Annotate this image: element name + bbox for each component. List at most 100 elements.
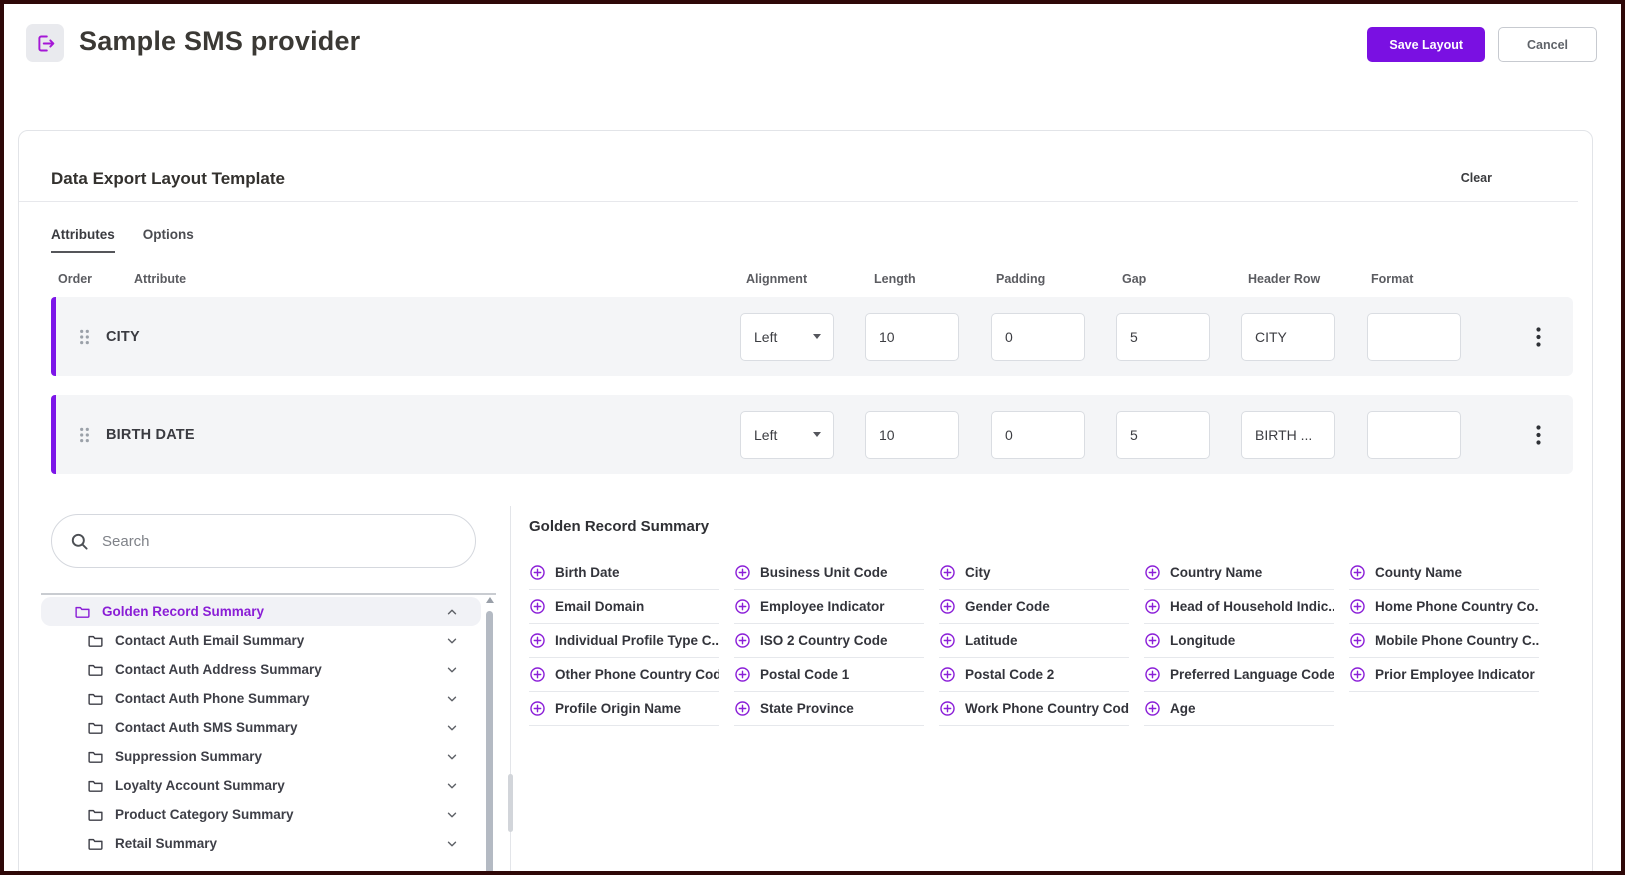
add-attribute-profile-origin-name[interactable]: Profile Origin Name — [529, 692, 719, 726]
add-attribute-home-phone-country-code[interactable]: Home Phone Country Co... — [1349, 590, 1539, 624]
tree-item-loyalty-account-summary[interactable]: Loyalty Account Summary — [41, 771, 481, 800]
tree-item-contact-auth-sms-summary[interactable]: Contact Auth SMS Summary — [41, 713, 481, 742]
folder-icon — [87, 835, 104, 852]
tab-options[interactable]: Options — [143, 227, 194, 253]
card-title: Data Export Layout Template — [51, 169, 285, 189]
gap-input[interactable] — [1116, 313, 1210, 361]
add-attribute-postal-code-2[interactable]: Postal Code 2 — [939, 658, 1129, 692]
tree-item-contact-auth-phone-summary[interactable]: Contact Auth Phone Summary — [41, 684, 481, 713]
attribute-label: Prior Employee Indicator — [1375, 667, 1535, 682]
plus-circle-icon — [1144, 598, 1161, 615]
add-attribute-state-province[interactable]: State Province — [734, 692, 924, 726]
plus-circle-icon — [1144, 632, 1161, 649]
scrollbar-thumb[interactable] — [486, 611, 493, 875]
add-attribute-latitude[interactable]: Latitude — [939, 624, 1129, 658]
gap-input[interactable] — [1116, 411, 1210, 459]
drag-handle-icon[interactable] — [77, 327, 92, 346]
add-attribute-email-domain[interactable]: Email Domain — [529, 590, 719, 624]
clear-button[interactable]: Clear — [1461, 171, 1492, 185]
plus-circle-icon — [529, 564, 546, 581]
column-header-attribute: Attribute — [134, 272, 186, 286]
plus-circle-icon — [1144, 564, 1161, 581]
add-attribute-individual-profile-type-code[interactable]: Individual Profile Type C... — [529, 624, 719, 658]
attribute-grid: Birth Date Business Unit Code City Count… — [529, 556, 1576, 726]
length-input[interactable] — [865, 411, 959, 459]
panel-title: Golden Record Summary — [529, 518, 1576, 535]
add-attribute-gender-code[interactable]: Gender Code — [939, 590, 1129, 624]
add-attribute-city[interactable]: City — [939, 556, 1129, 590]
drag-handle-icon[interactable] — [77, 425, 92, 444]
chevron-up-icon[interactable] — [445, 605, 459, 619]
cancel-button[interactable]: Cancel — [1498, 27, 1597, 62]
chevron-down-icon[interactable] — [445, 634, 459, 648]
page-title: Sample SMS provider — [79, 26, 360, 57]
format-input[interactable] — [1367, 313, 1461, 361]
plus-circle-icon — [939, 666, 956, 683]
chevron-down-icon[interactable] — [445, 750, 459, 764]
tree-item-label: Contact Auth Address Summary — [115, 662, 322, 677]
tree-item-label: Golden Record Summary — [102, 604, 264, 619]
tree-item-label: Retail Summary — [115, 836, 217, 851]
attribute-label: Postal Code 2 — [965, 667, 1054, 682]
chevron-down-icon[interactable] — [445, 779, 459, 793]
attribute-label: Postal Code 1 — [760, 667, 849, 682]
attribute-label: Country Name — [1170, 565, 1262, 580]
column-headers: Order Attribute Alignment Length Padding… — [51, 272, 1572, 290]
tab-attributes[interactable]: Attributes — [51, 227, 115, 253]
row-accent-bar — [51, 395, 56, 474]
search-input[interactable] — [102, 533, 457, 550]
add-attribute-postal-code-1[interactable]: Postal Code 1 — [734, 658, 924, 692]
attribute-label: County Name — [1375, 565, 1462, 580]
add-attribute-preferred-language-code[interactable]: Preferred Language Code — [1144, 658, 1334, 692]
scrollbar-up-arrow[interactable] — [486, 597, 494, 603]
tree-item-product-category-summary[interactable]: Product Category Summary — [41, 800, 481, 829]
tree-item-contact-auth-address-summary[interactable]: Contact Auth Address Summary — [41, 655, 481, 684]
tree-item-golden-record-summary[interactable]: Golden Record Summary — [41, 597, 481, 626]
panel-scrollbar-thumb[interactable] — [508, 774, 513, 832]
chevron-down-icon[interactable] — [445, 837, 459, 851]
add-attribute-other-phone-country-code[interactable]: Other Phone Country Code — [529, 658, 719, 692]
plus-circle-icon — [1144, 700, 1161, 717]
add-attribute-iso-2-country-code[interactable]: ISO 2 Country Code — [734, 624, 924, 658]
add-attribute-county-name[interactable]: County Name — [1349, 556, 1539, 590]
attribute-label: Age — [1170, 701, 1196, 716]
folder-icon — [74, 603, 91, 620]
chevron-down-icon[interactable] — [445, 692, 459, 706]
tree-item-suppression-summary[interactable]: Suppression Summary — [41, 742, 481, 771]
tab-bar: Attributes Options — [51, 227, 194, 253]
column-header-header-row: Header Row — [1248, 272, 1320, 286]
length-input[interactable] — [865, 313, 959, 361]
add-attribute-longitude[interactable]: Longitude — [1144, 624, 1334, 658]
tree-item-label: Product Category Summary — [115, 807, 294, 822]
alignment-select[interactable]: Left — [740, 313, 834, 361]
tree-item-contact-auth-email-summary[interactable]: Contact Auth Email Summary — [41, 626, 481, 655]
add-attribute-head-of-household-indicator[interactable]: Head of Household Indic... — [1144, 590, 1334, 624]
save-layout-button[interactable]: Save Layout — [1367, 27, 1485, 62]
row-menu-kebab-icon[interactable] — [1527, 324, 1549, 350]
add-attribute-prior-employee-indicator[interactable]: Prior Employee Indicator — [1349, 658, 1539, 692]
tree-scrollbar[interactable] — [485, 597, 494, 875]
chevron-down-icon[interactable] — [445, 663, 459, 677]
attribute-label: Profile Origin Name — [555, 701, 681, 716]
plus-circle-icon — [529, 666, 546, 683]
format-input[interactable] — [1367, 411, 1461, 459]
padding-input[interactable] — [991, 411, 1085, 459]
add-attribute-work-phone-country-code[interactable]: Work Phone Country Code — [939, 692, 1129, 726]
add-attribute-age[interactable]: Age — [1144, 692, 1334, 726]
add-attribute-mobile-phone-country-code[interactable]: Mobile Phone Country C... — [1349, 624, 1539, 658]
header-row-input[interactable] — [1241, 411, 1335, 459]
chevron-down-icon[interactable] — [445, 808, 459, 822]
plus-circle-icon — [939, 598, 956, 615]
row-menu-kebab-icon[interactable] — [1527, 422, 1549, 448]
attribute-label: State Province — [760, 701, 854, 716]
add-attribute-birth-date[interactable]: Birth Date — [529, 556, 719, 590]
alignment-select[interactable]: Left — [740, 411, 834, 459]
column-header-gap: Gap — [1122, 272, 1146, 286]
tree-item-retail-summary[interactable]: Retail Summary — [41, 829, 481, 858]
padding-input[interactable] — [991, 313, 1085, 361]
header-row-input[interactable] — [1241, 313, 1335, 361]
chevron-down-icon[interactable] — [445, 721, 459, 735]
add-attribute-employee-indicator[interactable]: Employee Indicator — [734, 590, 924, 624]
add-attribute-country-name[interactable]: Country Name — [1144, 556, 1334, 590]
add-attribute-business-unit-code[interactable]: Business Unit Code — [734, 556, 924, 590]
